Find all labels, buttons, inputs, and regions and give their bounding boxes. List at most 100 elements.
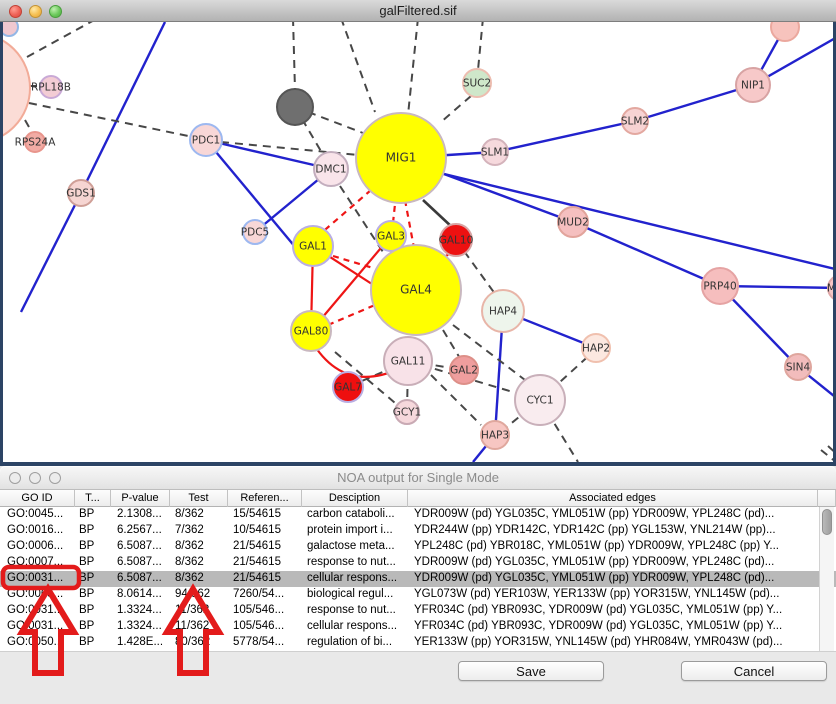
network-titlebar[interactable]: galFiltered.sif xyxy=(0,0,836,22)
cell: 7260/54... xyxy=(228,587,302,603)
node-label-GAL11: GAL11 xyxy=(391,356,426,368)
table-header: GO IDT...P-valueTestReferen...Desciption… xyxy=(0,490,836,507)
cell: GO:0065... xyxy=(0,587,75,603)
cell: GO:0006... xyxy=(0,539,75,555)
scrollbar-thumb[interactable] xyxy=(822,509,832,535)
cell: protein import i... xyxy=(302,523,408,539)
save-button[interactable]: Save xyxy=(458,661,604,681)
network-window: galFiltered.sif RPL18BRPS24AGDS1PDC1PDC5… xyxy=(0,0,836,466)
cell: response to nut... xyxy=(302,603,408,619)
cell: GO:0031... xyxy=(0,619,75,635)
noa-titlebar[interactable]: NOA output for Single Mode xyxy=(0,466,836,490)
edge xyxy=(821,450,833,462)
cell: carbon cataboli... xyxy=(302,507,408,523)
node-label-PDC1: PDC1 xyxy=(192,135,220,147)
node-label-GAL10: GAL10 xyxy=(439,235,474,247)
cell: 105/546... xyxy=(228,619,302,635)
cell: 8/362 xyxy=(170,555,228,571)
cell: regulation of bi... xyxy=(302,635,408,651)
screen: galFiltered.sif RPL18BRPS24AGDS1PDC1PDC5… xyxy=(0,0,836,704)
edge xyxy=(441,96,471,122)
column-header-Desciption[interactable]: Desciption xyxy=(302,490,408,507)
table-row[interactable]: GO:0031...BP1.3324...11/362105/546...res… xyxy=(0,603,836,619)
node-label-SLM2: SLM2 xyxy=(621,116,649,128)
node-label-GAL3: GAL3 xyxy=(377,231,405,243)
cell: BP xyxy=(75,635,111,651)
cell: 21/54615 xyxy=(228,571,302,587)
cell: 8/362 xyxy=(170,539,228,555)
table-row[interactable]: GO:0065...BP8.0614...94/3627260/54...bio… xyxy=(0,587,836,603)
cell: GO:0031... xyxy=(0,603,75,619)
node-label-GAL2: GAL2 xyxy=(450,365,478,377)
edge xyxy=(27,22,98,57)
edge xyxy=(573,222,720,286)
cell: YGL073W (pd) YER103W, YER133W (pp) YOR31… xyxy=(408,587,818,603)
cell: 1.3324... xyxy=(111,603,170,619)
column-header-T...[interactable]: T... xyxy=(75,490,111,507)
node-label-NIP1: NIP1 xyxy=(741,80,765,92)
cell: 94/362 xyxy=(170,587,228,603)
table-row-selected[interactable]: GO:0031...BP6.5087...8/36221/54615cellul… xyxy=(0,571,836,587)
node-label-PDC5: PDC5 xyxy=(241,227,269,239)
cell: 5778/54... xyxy=(228,635,302,651)
column-header-Referen...[interactable]: Referen... xyxy=(228,490,302,507)
cell: 8/362 xyxy=(170,571,228,587)
node-unlabeled[interactable] xyxy=(3,33,30,143)
node-label-MSL1: MSL1 xyxy=(827,283,833,295)
node-label-SIN4: SIN4 xyxy=(786,362,811,374)
network-canvas[interactable]: RPL18BRPS24AGDS1PDC1PDC5DMC1MIG1SUC2SLM1… xyxy=(0,22,836,466)
node-label-GCY1: GCY1 xyxy=(393,407,421,419)
cell: galactose meta... xyxy=(302,539,408,555)
cell: BP xyxy=(75,587,111,603)
node-unlabeled[interactable] xyxy=(771,22,799,41)
vertical-scrollbar[interactable] xyxy=(819,507,834,651)
edge xyxy=(328,305,375,325)
cell: BP xyxy=(75,539,111,555)
cell: GO:0050... xyxy=(0,635,75,651)
column-header-Test[interactable]: Test xyxy=(170,490,228,507)
node-unlabeled[interactable] xyxy=(3,22,18,36)
edge xyxy=(206,140,331,169)
cell: 6.5087... xyxy=(111,571,170,587)
edge xyxy=(81,22,165,193)
cell: 105/546... xyxy=(228,603,302,619)
noa-window: NOA output for Single Mode GO IDT...P-va… xyxy=(0,466,836,704)
node-label-RPS24A: RPS24A xyxy=(15,137,57,149)
cell: 15/54615 xyxy=(228,507,302,523)
column-header-spacer xyxy=(818,490,836,507)
cell: 11/362 xyxy=(170,619,228,635)
table-row[interactable]: GO:0031...BP1.3324...11/362105/546...cel… xyxy=(0,619,836,635)
edge xyxy=(293,22,295,90)
table-row[interactable]: GO:0016...BP6.2567...7/36210/54615protei… xyxy=(0,523,836,539)
cell: 8.0614... xyxy=(111,587,170,603)
table-row[interactable]: GO:0045...BP2.1308...8/36215/54615carbon… xyxy=(0,507,836,523)
cancel-button[interactable]: Cancel xyxy=(681,661,827,681)
node-label-MIG1: MIG1 xyxy=(386,151,417,165)
cell: 6.5087... xyxy=(111,539,170,555)
cell: 8/362 xyxy=(170,507,228,523)
column-header-P-value[interactable]: P-value xyxy=(111,490,170,507)
cell: YFR034C (pd) YBR093C, YDR009W (pd) YGL03… xyxy=(408,619,818,635)
cell: YER133W (pp) YOR315W, YNL145W (pd) YHR08… xyxy=(408,635,818,651)
node-label-CYC1: CYC1 xyxy=(527,395,554,407)
edge xyxy=(21,193,81,312)
noa-window-title: NOA output for Single Mode xyxy=(0,466,836,490)
table-row[interactable]: GO:0050...BP1.428E...80/3625778/54...reg… xyxy=(0,635,836,651)
cell: YDR009W (pd) YGL035C, YML051W (pp) YDR00… xyxy=(408,571,818,587)
node-unlabeled[interactable] xyxy=(277,89,313,125)
node-label-HAP4: HAP4 xyxy=(489,306,517,318)
node-label-GAL80: GAL80 xyxy=(294,326,329,338)
column-header-Associated edges[interactable]: Associated edges xyxy=(408,490,818,507)
cell: GO:0016... xyxy=(0,523,75,539)
cell: BP xyxy=(75,523,111,539)
edge xyxy=(319,190,371,235)
node-label-HAP2: HAP2 xyxy=(582,343,610,355)
column-header-GO ID[interactable]: GO ID xyxy=(0,490,75,507)
table-row[interactable]: GO:0006...BP6.5087...8/36221/54615galact… xyxy=(0,539,836,555)
cell: 10/54615 xyxy=(228,523,302,539)
table-row[interactable]: GO:0007...BP6.5087...8/36221/54615respon… xyxy=(0,555,836,571)
cell: cellular respons... xyxy=(302,571,408,587)
cell: BP xyxy=(75,555,111,571)
node-label-GAL4: GAL4 xyxy=(400,283,432,297)
network-graph: RPL18BRPS24AGDS1PDC1PDC5DMC1MIG1SUC2SLM1… xyxy=(3,22,833,462)
